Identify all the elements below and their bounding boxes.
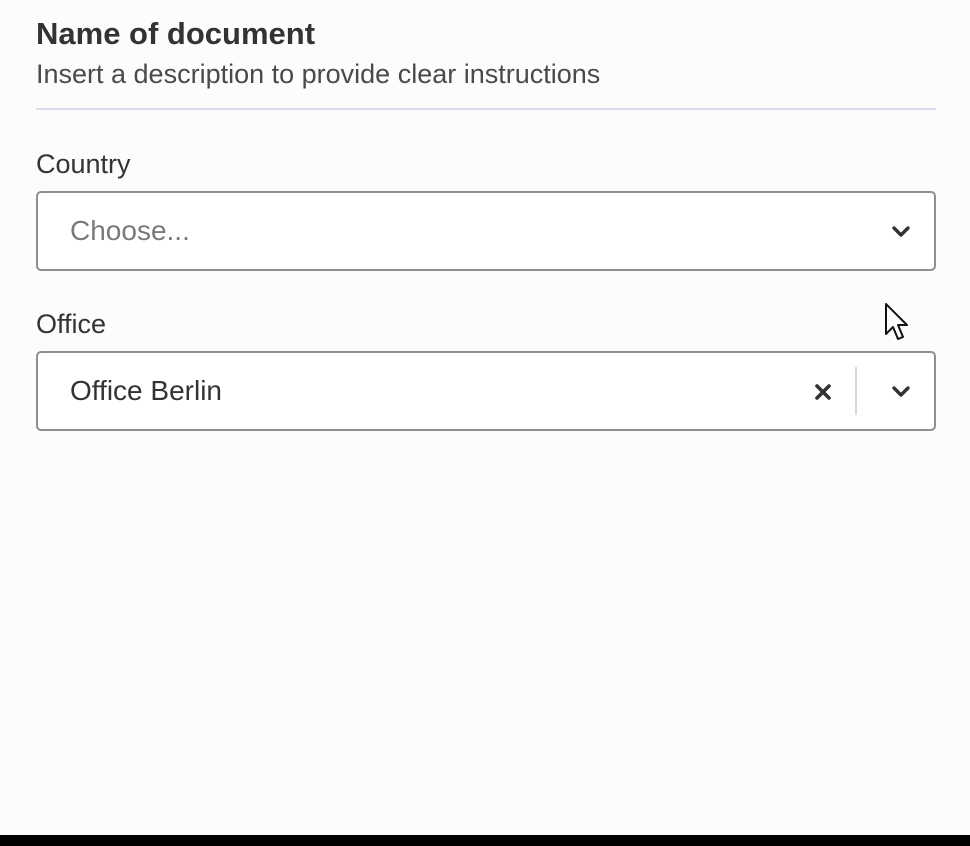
- document-description: Insert a description to provide clear in…: [36, 59, 601, 89]
- chevron-down-icon[interactable]: [886, 217, 916, 247]
- chevron-down-icon[interactable]: [886, 377, 916, 407]
- country-select[interactable]: Choose...: [36, 191, 936, 271]
- bottom-bar: [0, 835, 970, 846]
- office-select[interactable]: Office Berlin: [36, 351, 936, 431]
- clear-icon[interactable]: [808, 377, 838, 407]
- country-placeholder: Choose...: [70, 215, 190, 246]
- office-label: Office: [36, 309, 107, 339]
- office-selected-value: Office Berlin: [70, 375, 222, 406]
- indicator-separator: [855, 367, 857, 415]
- document-title: Name of document: [36, 16, 316, 51]
- country-label: Country: [36, 149, 131, 179]
- header-divider: [36, 108, 936, 110]
- mouse-pointer-icon: [884, 302, 910, 342]
